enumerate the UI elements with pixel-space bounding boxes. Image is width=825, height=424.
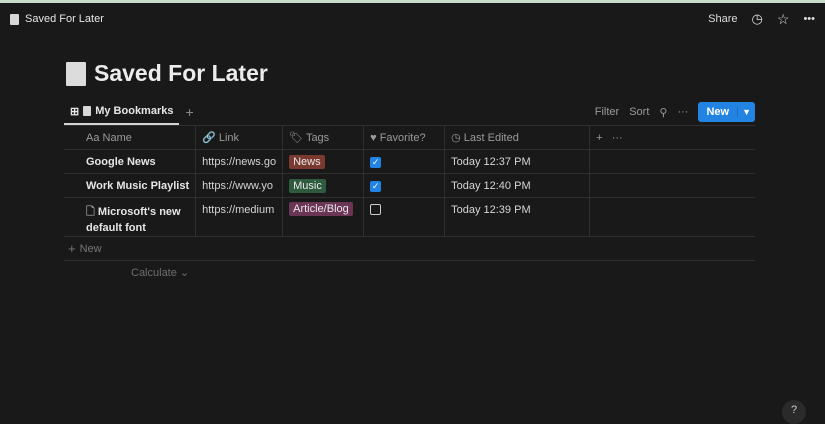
add-row-button[interactable]: + New <box>64 237 755 261</box>
page-icon: 🗋 <box>86 206 95 218</box>
bookmarks-table: Aa Name 🔗 Link 🏷 Tags ♥ Favorite? ◷ Last… <box>64 125 755 237</box>
more-button[interactable]: ••• <box>803 13 815 25</box>
new-button[interactable]: New ▼ <box>698 102 755 122</box>
table-icon: ⊞ <box>70 105 80 118</box>
clock-icon: ◷ <box>451 132 461 144</box>
table-row[interactable]: Work Music Playlist https://www.yo Music… <box>64 173 755 198</box>
page-icon <box>10 13 19 25</box>
tag-badge: News <box>289 154 325 169</box>
search-icon[interactable]: ⚲ <box>659 106 667 119</box>
tag-badge: Article/Blog <box>289 202 353 216</box>
help-button[interactable]: ? <box>782 400 806 424</box>
page-title: Saved For Later <box>66 60 268 87</box>
favorite-checkbox[interactable]: ✓ <box>370 156 382 168</box>
tab-my-bookmarks[interactable]: ⊞ My Bookmarks <box>64 99 180 125</box>
heart-icon: ♥ <box>370 131 377 144</box>
chevron-down-icon[interactable]: ▼ <box>737 107 755 117</box>
clock-icon[interactable]: ◷ <box>752 11 763 27</box>
page-icon <box>83 106 92 116</box>
column-last-edited[interactable]: ◷ Last Edited <box>444 125 591 150</box>
star-icon[interactable]: ☆ <box>777 11 790 28</box>
tag-icon: 🏷 <box>289 132 304 144</box>
calculate-button[interactable]: Calculate ⌄ <box>131 266 189 279</box>
sort-button[interactable]: Sort <box>629 106 649 118</box>
more-button[interactable]: ··· <box>677 106 688 118</box>
header-row: Aa Name 🔗 Link 🏷 Tags ♥ Favorite? ◷ Last… <box>64 125 755 150</box>
plus-icon: + <box>68 241 76 256</box>
add-view-button[interactable]: + <box>185 104 193 120</box>
filter-button[interactable]: Filter <box>595 106 619 118</box>
favorite-checkbox[interactable]: ✓ <box>370 180 382 192</box>
topbar: Saved For Later Share ◷ ☆ ••• <box>0 3 825 35</box>
breadcrumb[interactable]: Saved For Later <box>25 13 104 25</box>
column-favorite[interactable]: ♥ Favorite? <box>363 125 446 150</box>
view-bar: ⊞ My Bookmarks + Filter Sort ⚲ ··· New ▼ <box>64 99 755 125</box>
column-link[interactable]: 🔗 Link <box>195 125 284 150</box>
page-icon <box>66 61 86 86</box>
table-row[interactable]: Google News https://news.go News ✓ Today… <box>64 149 755 174</box>
column-tags[interactable]: 🏷 Tags <box>282 125 365 150</box>
favorite-checkbox[interactable] <box>370 204 382 215</box>
add-column[interactable]: + ··· <box>589 125 755 150</box>
tag-badge: Music <box>289 178 326 193</box>
share-button[interactable]: Share <box>708 13 737 25</box>
table-row[interactable]: 🗋 Microsoft's new default font https://m… <box>64 197 755 237</box>
column-name[interactable]: Aa Name <box>64 125 197 150</box>
